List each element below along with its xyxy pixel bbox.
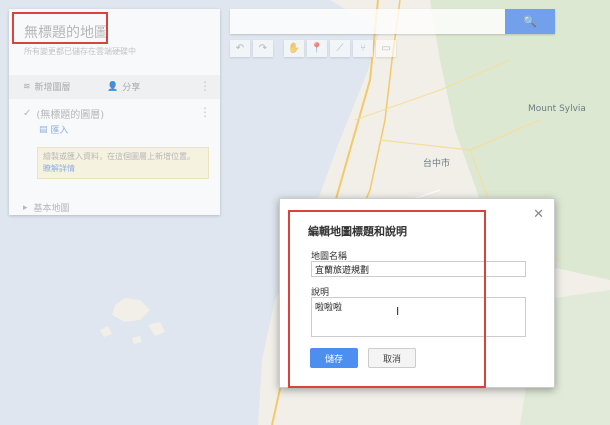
more-options-icon[interactable]: ⋮ (199, 79, 211, 93)
add-layer-button[interactable]: ≋ 新增圖層 (23, 80, 71, 94)
search-icon: 🔍 (523, 15, 537, 28)
note-text: 繪製或匯入資料，在這個圖層上新增位置。 (43, 152, 195, 161)
dialog-highlight-box (288, 210, 486, 388)
import-link[interactable]: ▤ 匯入 (39, 123, 69, 137)
map-label-city: 台中市 (423, 159, 451, 169)
search-bar: 🔍 (230, 9, 555, 34)
add-person-icon: 👤 (107, 81, 119, 92)
layer-title[interactable]: ✓ (無標題的圖層) (23, 106, 104, 121)
close-icon[interactable]: ✕ (533, 207, 544, 222)
draw-line-icon[interactable]: ⟋ (330, 40, 350, 57)
search-button[interactable]: 🔍 (505, 9, 555, 34)
share-button[interactable]: 👤 分享 (107, 80, 141, 94)
checkmark-icon[interactable]: ✓ (23, 108, 31, 119)
base-map-label: 基本地圖 (33, 204, 70, 214)
search-input[interactable] (230, 9, 505, 34)
layer-actions-row: ≋ 新增圖層 👤 分享 ⋮ (9, 75, 220, 99)
undo-icon[interactable]: ↶ (230, 40, 250, 57)
layers-icon: ≋ (23, 81, 31, 92)
text-cursor-icon: I (396, 305, 400, 318)
add-layer-label: 新增圖層 (34, 83, 71, 93)
directions-icon[interactable]: ⑂ (353, 40, 373, 57)
layer-hint-note: 繪製或匯入資料，在這個圖層上新增位置。 瞭解詳情 (37, 147, 209, 179)
marker-icon[interactable]: 📍 (307, 40, 327, 57)
map-toolbar: ↶ ↷ ✋ 📍 ⟋ ⑂ ▭ (230, 40, 396, 57)
layer-title-label: (無標題的圖層) (36, 110, 105, 121)
import-label: 匯入 (50, 126, 69, 136)
hand-icon[interactable]: ✋ (284, 40, 304, 57)
map-label-mountain: Mount Sylvia (528, 104, 586, 114)
learn-more-link[interactable]: 瞭解詳情 (43, 164, 75, 173)
share-label: 分享 (122, 83, 141, 93)
title-highlight-box (12, 12, 108, 44)
save-status: 所有變更都已儲存在雲端硬碟中 (24, 47, 136, 56)
ruler-icon[interactable]: ▭ (376, 40, 396, 57)
expand-icon: ▸ (23, 202, 28, 213)
layer-options-icon[interactable]: ⋮ (199, 105, 211, 119)
base-map-toggle[interactable]: ▸ 基本地圖 (23, 201, 70, 215)
file-icon: ▤ (39, 124, 48, 135)
redo-icon[interactable]: ↷ (253, 40, 273, 57)
